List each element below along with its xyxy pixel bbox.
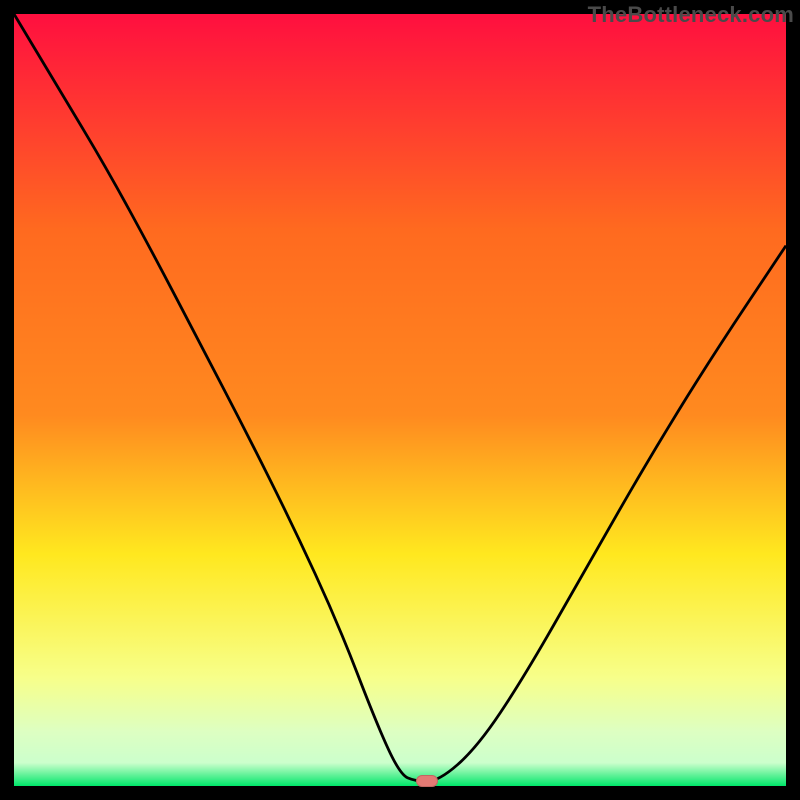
- bottleneck-curve: [14, 14, 786, 786]
- optimal-point-marker: [416, 775, 438, 787]
- chart-plot-area: [14, 14, 786, 786]
- watermark-text: TheBottleneck.com: [588, 2, 794, 28]
